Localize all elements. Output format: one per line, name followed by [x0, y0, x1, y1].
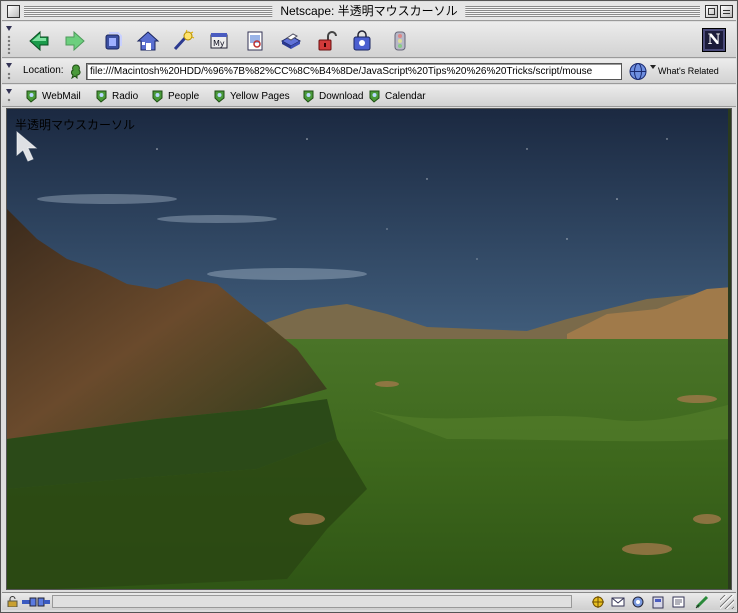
window-resize-grip[interactable]	[720, 595, 734, 609]
bookmark-icon	[303, 90, 314, 103]
navigation-toolbar: My N	[2, 22, 736, 58]
bookmark-icon	[152, 90, 163, 103]
reload-button[interactable]	[100, 28, 126, 54]
whats-related-dropdown-arrow-icon[interactable]	[650, 65, 656, 69]
bookmark-download[interactable]: Download	[301, 87, 363, 105]
window-title: Netscape: 半透明マウスカーソル	[272, 4, 466, 19]
bookmark-label: Calendar	[385, 90, 426, 102]
bookmark-icon	[369, 90, 380, 103]
netscape-logo[interactable]: N	[702, 28, 726, 52]
back-button[interactable]	[26, 28, 52, 54]
toolbar-collapse-grip[interactable]	[4, 25, 14, 54]
security-lock-icon	[318, 31, 337, 51]
search-button[interactable]	[170, 28, 196, 54]
images-button[interactable]	[242, 28, 268, 54]
page-content[interactable]: 半透明マウスカーソル	[6, 108, 732, 590]
edit-pencil-icon[interactable]	[694, 595, 710, 609]
back-arrow-icon	[29, 30, 49, 52]
bookmark-yellow-pages[interactable]: Yellow Pages	[212, 87, 290, 105]
landscape-background-image	[7, 109, 731, 589]
bookmark-label: WebMail	[42, 90, 81, 102]
bookmark-icon	[26, 90, 37, 103]
mail-component-icon[interactable]	[610, 595, 626, 609]
title-bar[interactable]: Netscape: 半透明マウスカーソル	[2, 2, 736, 21]
bookmark-icon	[96, 90, 107, 103]
forward-arrow-icon	[65, 30, 85, 52]
location-toolbar: Location: file:///Macintosh%20HDD/%96%7B…	[2, 59, 736, 84]
my-netscape-button[interactable]: My	[206, 28, 232, 54]
bookmark-label: Yellow Pages	[230, 90, 290, 102]
bookmark-label: Download	[319, 90, 364, 102]
personal-toolbar: WebMail Radio People Yellow Pages Downlo…	[2, 85, 736, 107]
whats-related-label[interactable]: What's Related	[658, 66, 719, 76]
my-netscape-icon: My	[210, 33, 228, 49]
personal-collapse-grip[interactable]	[4, 88, 14, 103]
page-proxy-icon[interactable]	[68, 63, 84, 79]
close-box[interactable]	[7, 5, 20, 18]
browser-window: Netscape: 半透明マウスカーソル My N Location: file…	[0, 0, 738, 613]
location-url-field[interactable]: file:///Macintosh%20HDD/%96%7B%82%CC%8C%…	[86, 63, 622, 80]
security-button[interactable]	[314, 28, 340, 54]
location-collapse-grip[interactable]	[4, 62, 14, 80]
address-book-icon[interactable]	[650, 595, 666, 609]
translucent-mouse-cursor-icon	[16, 131, 38, 162]
bookmark-label: People	[168, 90, 200, 102]
search-icon	[173, 29, 195, 51]
location-label: Location:	[23, 65, 64, 76]
bookmark-webmail[interactable]: WebMail	[24, 87, 81, 105]
print-button[interactable]	[278, 28, 304, 54]
bookmark-radio[interactable]: Radio	[94, 87, 138, 105]
zoom-box[interactable]	[705, 5, 718, 18]
svg-text:My: My	[213, 39, 225, 48]
print-icon	[280, 33, 302, 49]
images-icon	[247, 31, 263, 51]
stop-icon	[394, 31, 406, 51]
content-right-edge	[728, 109, 731, 589]
bookmark-icon	[214, 90, 225, 103]
composer-icon[interactable]	[670, 595, 686, 609]
collapse-box[interactable]	[720, 5, 733, 18]
status-bar	[2, 592, 736, 610]
status-message-field	[52, 595, 572, 608]
bookmark-label: Radio	[112, 90, 139, 102]
security-status-lock-icon[interactable]	[7, 596, 18, 607]
instant-messenger-icon[interactable]	[630, 595, 646, 609]
bookmark-calendar[interactable]: Calendar	[367, 87, 426, 105]
stop-button[interactable]	[387, 28, 413, 54]
whats-related-icon[interactable]	[627, 62, 649, 81]
reload-icon	[105, 32, 122, 50]
shop-button[interactable]	[349, 28, 375, 54]
home-icon	[136, 31, 160, 51]
navigator-component-icon[interactable]	[590, 595, 606, 609]
home-button[interactable]	[135, 28, 161, 54]
shop-bag-icon	[353, 30, 371, 51]
connection-status-icon	[22, 597, 50, 607]
forward-button[interactable]	[62, 28, 88, 54]
bookmark-people[interactable]: People	[150, 87, 199, 105]
